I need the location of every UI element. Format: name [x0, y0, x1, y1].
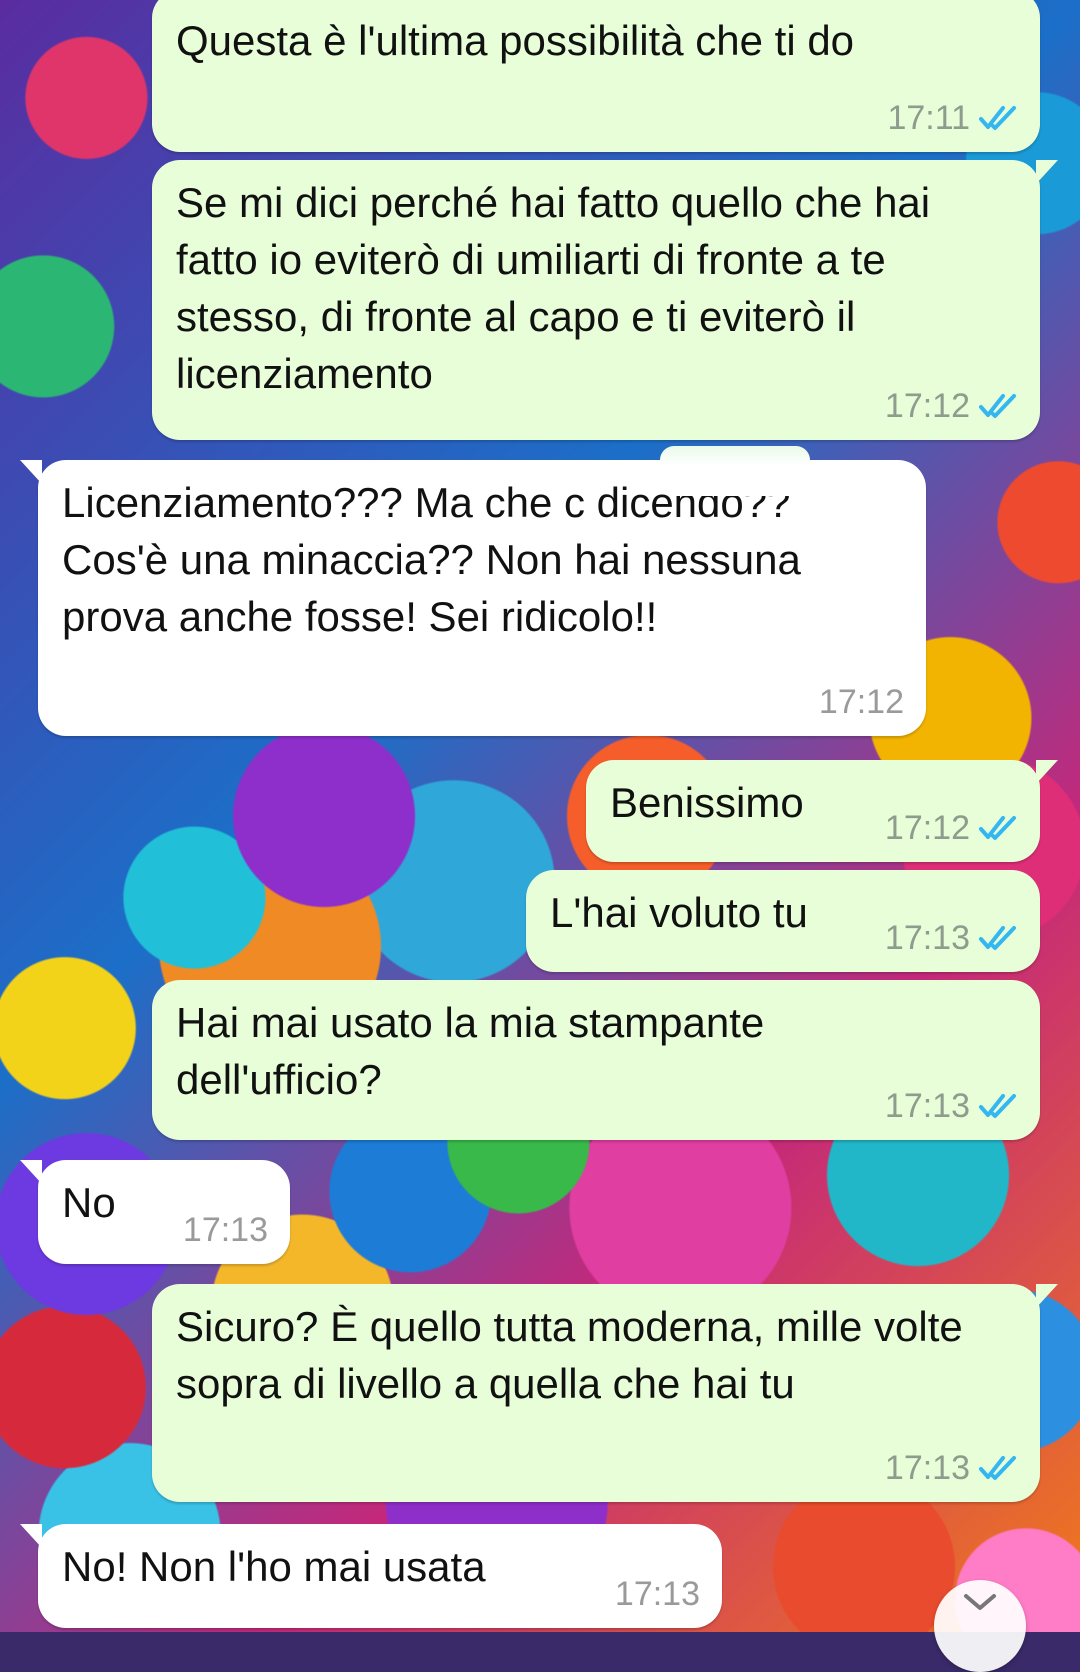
- outgoing-message[interactable]: L'hai voluto tu 17:13: [526, 870, 1040, 972]
- message-meta: 17:12: [885, 386, 1018, 426]
- chevron-down-icon: [964, 1594, 996, 1610]
- message-time: 17:13: [884, 1449, 970, 1487]
- outgoing-message[interactable]: Questa è l'ultima possibilità che ti do …: [152, 0, 1040, 152]
- double-check-icon: [979, 926, 1016, 950]
- message-time: 17:13: [884, 1087, 970, 1125]
- message-meta: 17:12: [885, 808, 1018, 848]
- message-text: Questa è l'ultima possibilità che ti do: [176, 17, 855, 64]
- incoming-message[interactable]: Licenziamento??? Ma che c dicendo?? Cos'…: [20, 460, 926, 736]
- double-check-icon: [979, 816, 1016, 840]
- incoming-message[interactable]: No! Non l'ho mai usata 17:13: [20, 1524, 722, 1628]
- outgoing-message[interactable]: Hai mai usato la mia stampante dell'uffi…: [152, 980, 1040, 1140]
- message-text: No! Non l'ho mai usata: [62, 1543, 486, 1590]
- incoming-message[interactable]: No 17:13: [20, 1160, 290, 1264]
- outgoing-message[interactable]: Sicuro? È quello tutta moderna, mille vo…: [152, 1284, 1058, 1502]
- message-time: 17:13: [614, 1575, 700, 1613]
- scroll-to-bottom-button[interactable]: [934, 1580, 1026, 1672]
- message-meta: 17:13: [885, 1086, 1018, 1126]
- message-time: 17:12: [884, 387, 970, 425]
- message-time: 17:12: [884, 809, 970, 847]
- outgoing-message[interactable]: Se mi dici perché hai fatto quello che h…: [152, 160, 1058, 440]
- message-time: 17:13: [884, 919, 970, 957]
- message-text: Licenziamento??? Ma che c dicendo?? Cos'…: [62, 479, 801, 640]
- message-time: 17:13: [182, 1211, 268, 1249]
- message-meta: 17:13: [885, 918, 1018, 958]
- double-check-icon: [979, 1456, 1016, 1480]
- message-time: 17:12: [818, 683, 904, 721]
- message-text: Hai mai usato la mia stampante dell'uffi…: [176, 999, 765, 1103]
- message-meta: 17:12: [819, 682, 904, 722]
- message-meta: 17:13: [615, 1574, 700, 1614]
- outgoing-message[interactable]: Benissimo 17:12: [586, 760, 1058, 862]
- message-meta: 17:13: [885, 1448, 1018, 1488]
- message-time: 17:11: [887, 99, 970, 137]
- double-check-icon: [979, 394, 1016, 418]
- message-text: Se mi dici perché hai fatto quello che h…: [176, 179, 931, 397]
- message-meta: 17:13: [183, 1210, 268, 1250]
- double-check-icon: [979, 1094, 1016, 1118]
- double-check-icon: [979, 106, 1016, 130]
- censored-word-blur: [660, 446, 810, 496]
- message-text: Sicuro? È quello tutta moderna, mille vo…: [176, 1303, 963, 1407]
- message-meta: 17:11: [887, 98, 1018, 138]
